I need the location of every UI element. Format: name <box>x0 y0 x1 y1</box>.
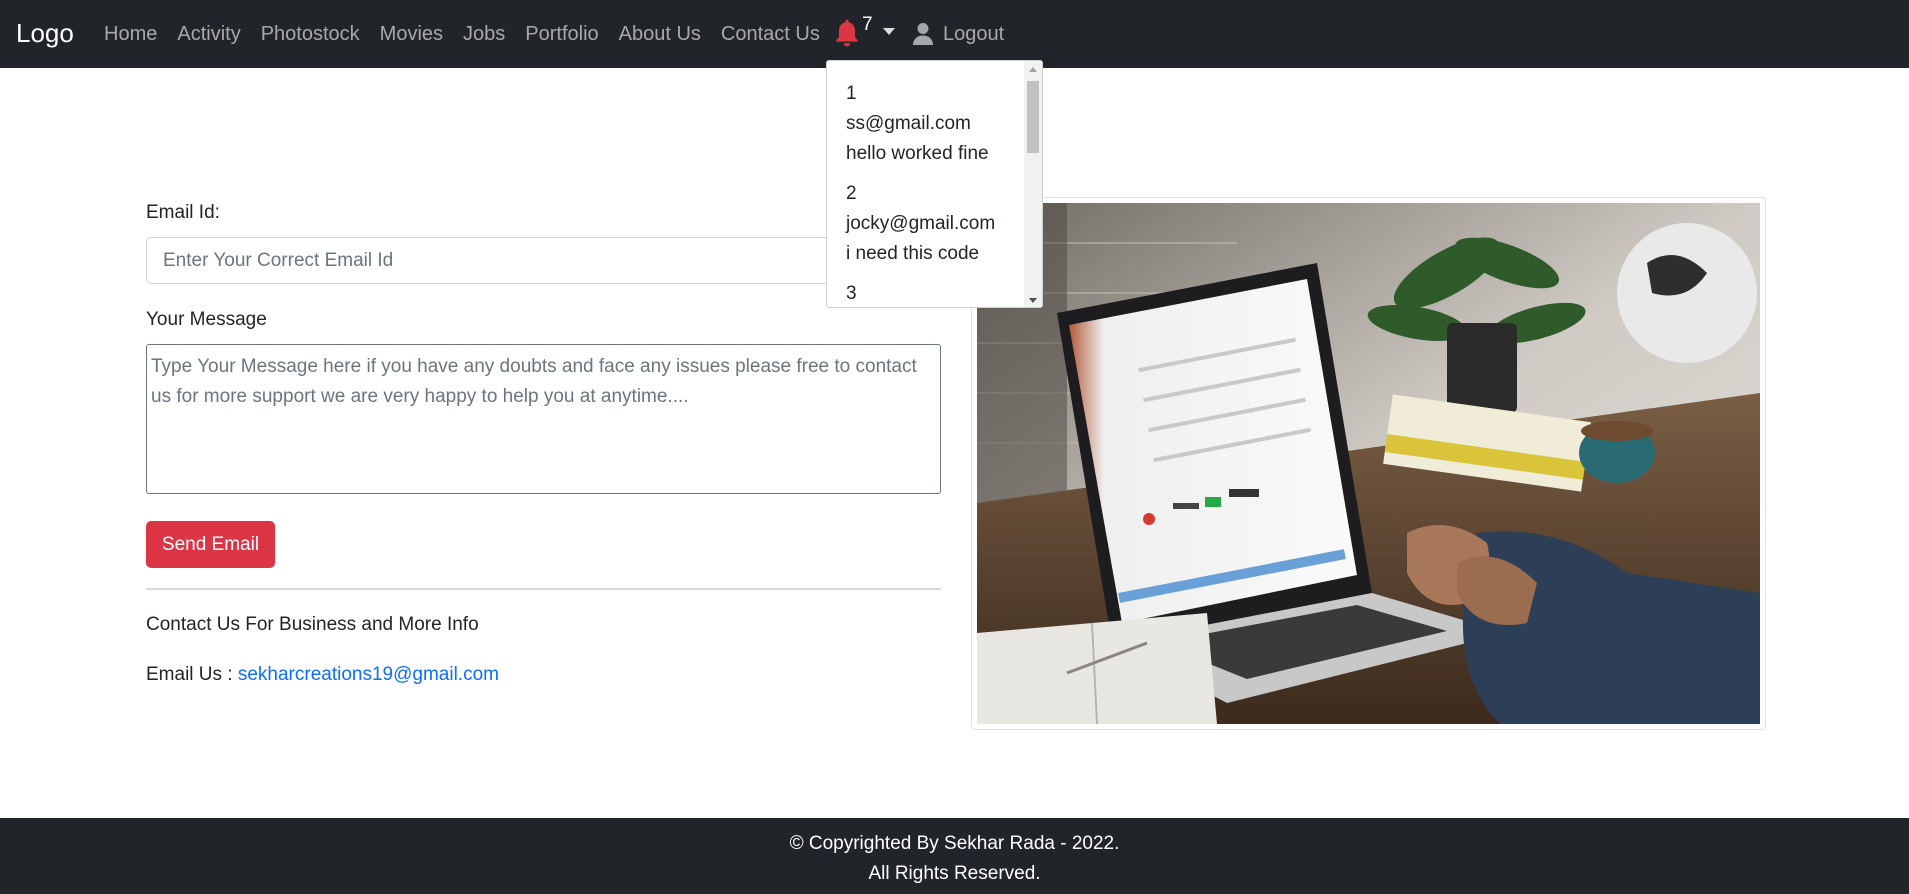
user-icon <box>913 23 933 45</box>
hero-image-frame <box>971 197 1766 730</box>
nav-link-jobs[interactable]: Jobs <box>453 23 515 46</box>
send-email-button[interactable]: Send Email <box>146 521 275 568</box>
notification-count: 7 <box>862 14 873 35</box>
notification-id: 1 <box>846 83 857 104</box>
footer: © Copyrighted By Sekhar Rada - 2022. All… <box>0 818 1909 894</box>
notification-item[interactable]: 2 jocky@gmail.com i need this code <box>846 179 1024 269</box>
footer-copyright: © Copyrighted By Sekhar Rada - 2022. <box>789 833 1120 854</box>
logout-label: Logout <box>943 22 1005 45</box>
notification-id: 3 <box>846 283 857 304</box>
brand-logo[interactable]: Logo <box>16 18 74 49</box>
nav-links: Home Activity Photostock Movies Jobs Por… <box>94 0 830 68</box>
notification-dropdown: 1 ss@gmail.com hello worked fine 2 jocky… <box>826 60 1043 308</box>
message-textarea[interactable] <box>146 344 941 494</box>
divider <box>146 588 941 590</box>
laptop-desk-photo <box>977 203 1760 724</box>
nav-link-home[interactable]: Home <box>94 23 167 46</box>
nav-link-contact-us[interactable]: Contact Us <box>711 23 830 46</box>
bell-icon <box>836 19 858 47</box>
notification-toggle[interactable]: 7 <box>834 14 900 54</box>
footer-rights: All Rights Reserved. <box>868 863 1041 884</box>
notification-email: jocky@gmail.com <box>846 213 996 234</box>
email-input[interactable] <box>146 237 941 284</box>
notification-message: i need this code <box>846 243 980 264</box>
notification-item[interactable]: 1 ss@gmail.com hello worked fine <box>846 79 1024 169</box>
notification-email: ss@gmail.com <box>846 113 971 134</box>
nav-link-about-us[interactable]: About Us <box>609 23 711 46</box>
scrollbar-thumb[interactable] <box>1027 81 1039 153</box>
caret-down-icon <box>883 28 895 35</box>
nav-link-activity[interactable]: Activity <box>167 23 250 46</box>
nav-link-photostock[interactable]: Photostock <box>251 23 370 46</box>
logout-link[interactable]: Logout <box>912 16 1004 52</box>
email-us-line: Email Us : sekharcreations19@gmail.com <box>146 664 499 686</box>
notification-item[interactable]: 3 <box>846 279 1024 307</box>
notification-id: 2 <box>846 183 857 204</box>
dropdown-scrollbar[interactable] <box>1024 61 1042 307</box>
contact-email-link[interactable]: sekharcreations19@gmail.com <box>238 664 499 685</box>
scroll-down-arrow-icon[interactable] <box>1029 298 1037 303</box>
notification-list: 1 ss@gmail.com hello worked fine 2 jocky… <box>827 61 1024 307</box>
scroll-up-arrow-icon[interactable] <box>1029 67 1037 72</box>
nav-link-portfolio[interactable]: Portfolio <box>515 23 608 46</box>
email-label: Email Id: <box>146 202 220 223</box>
contact-info-text: Contact Us For Business and More Info <box>146 614 479 635</box>
message-label: Your Message <box>146 309 267 330</box>
nav-link-movies[interactable]: Movies <box>370 23 453 46</box>
navbar: Logo Home Activity Photostock Movies Job… <box>0 0 1909 68</box>
notification-message: hello worked fine <box>846 143 989 164</box>
email-us-prefix: Email Us : <box>146 664 238 685</box>
